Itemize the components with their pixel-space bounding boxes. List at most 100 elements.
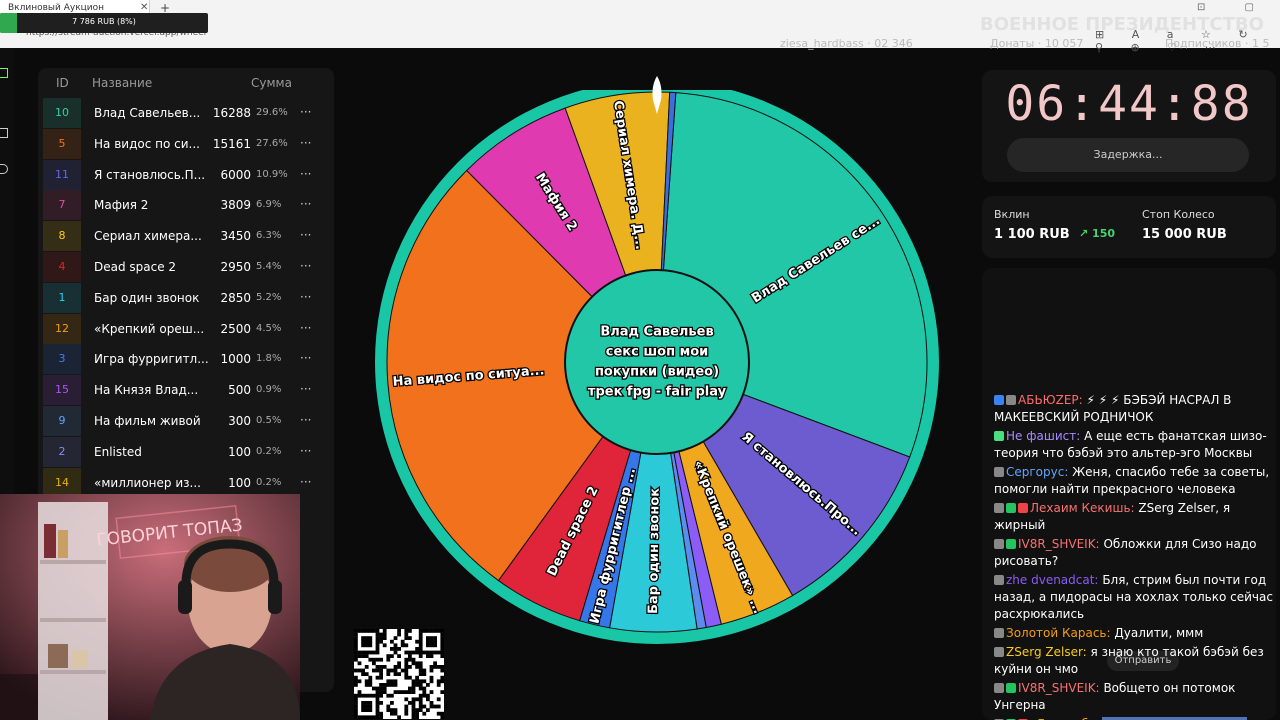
wheel-of-fortune[interactable]: Влад Савельев се... Я становлюсь.Про... «К… (372, 80, 942, 650)
wheel-center-label: покупки (видео) (595, 365, 719, 380)
header-sum: Сумма (251, 76, 292, 90)
table-row[interactable]: 1 Бар один звонок 2850 5.2% ··· (38, 282, 334, 313)
qr-module (354, 654, 358, 658)
qr-module (361, 636, 365, 640)
donation-progress-text: 7 786 RUB (8%) (72, 17, 136, 26)
qr-module (436, 697, 441, 702)
qr-module (379, 701, 383, 705)
qr-module (422, 672, 427, 676)
wedge-label: Вклин (994, 208, 1030, 221)
delay-button[interactable]: Задержка... (1007, 138, 1249, 172)
qr-module (379, 683, 383, 687)
table-row[interactable]: 15 На Князя Влад... 500 0.9% ··· (38, 375, 334, 406)
row-menu-icon[interactable]: ··· (300, 437, 311, 465)
qr-module (364, 701, 369, 705)
chat-username[interactable]: АБЬЮZEP: (1018, 393, 1083, 407)
qr-module (364, 629, 369, 633)
chat-badge-icon (1006, 683, 1016, 693)
qr-module (429, 665, 434, 669)
table-row[interactable]: 2 Enlisted 100 0.2% ··· (38, 436, 334, 467)
qr-module (429, 679, 434, 684)
row-menu-icon[interactable]: ··· (300, 221, 311, 249)
sidebar-logo-icon[interactable] (0, 68, 8, 78)
table-header: ID Название Сумма (38, 68, 334, 96)
header-id: ID (56, 76, 69, 90)
qr-module (411, 657, 416, 662)
send-button[interactable]: Отправить (1107, 651, 1179, 671)
table-row[interactable]: 11 Я становлюсь.П... 6000 10.9% ··· (38, 159, 334, 190)
qr-module (379, 675, 383, 680)
qr-module (354, 647, 358, 651)
row-id: 5 (43, 128, 81, 159)
chat-badge-icon (994, 628, 1004, 638)
chat-message: Лехаим Кекишь: ZSerg Zelser, я жирный (994, 500, 1276, 534)
sidebar-settings-icon[interactable] (0, 164, 8, 174)
table-row[interactable]: 7 Мафия 2 3809 6.9% ··· (38, 190, 334, 221)
qr-module (422, 690, 427, 694)
qr-module (408, 657, 412, 662)
row-menu-icon[interactable]: ··· (300, 160, 311, 188)
table-row[interactable]: 4 Dead space 2 2950 5.4% ··· (38, 252, 334, 282)
row-menu-icon[interactable]: ··· (300, 375, 311, 403)
row-menu-icon[interactable]: ··· (300, 314, 311, 342)
row-percent: 6.9% (256, 199, 282, 211)
tab-close-icon[interactable]: ✕ (140, 2, 148, 13)
qr-module (404, 675, 409, 680)
table-row[interactable]: 5 На видос по си... 15161 27.6% ··· (38, 128, 334, 159)
sidebar-page-icon[interactable] (0, 128, 8, 138)
qr-module (408, 690, 412, 694)
qr-module (364, 693, 369, 698)
chat-username[interactable]: Не фашист: (1006, 429, 1080, 443)
table-row[interactable]: 12 «Крепкий ореш... 2500 4.5% ··· (38, 313, 334, 344)
qr-module (393, 679, 398, 684)
chat-username[interactable]: IV8R_SHVEIK: (1018, 537, 1100, 551)
row-menu-icon[interactable]: ··· (300, 344, 311, 372)
qr-module (433, 661, 437, 666)
qr-module (354, 650, 358, 655)
qr-module (354, 697, 358, 702)
window-controls[interactable]: ⊡ ▢ (1197, 2, 1272, 13)
timer-panel: 06:44:88 Задержка... (982, 70, 1276, 182)
row-menu-icon[interactable]: ··· (300, 190, 311, 218)
qr-module (372, 693, 376, 698)
qr-module (361, 708, 365, 712)
row-percent: 0.2% (256, 445, 282, 457)
qr-module (390, 693, 394, 698)
wheel-pointer-icon (652, 76, 662, 114)
row-percent: 27.6% (256, 137, 288, 149)
qr-module (375, 668, 380, 673)
qr-module (440, 675, 445, 680)
chat-username[interactable]: IV8R_SHVEIK: (1018, 681, 1100, 695)
row-id: 9 (43, 406, 81, 436)
row-name: Сериал химера... (94, 229, 202, 244)
row-id: 12 (43, 313, 81, 344)
qr-module (357, 650, 362, 655)
row-name: Бар один звонок (94, 290, 200, 305)
qr-module (382, 690, 387, 694)
row-menu-icon[interactable]: ··· (300, 98, 311, 126)
table-row[interactable]: 3 Игра фурригитл... 1000 1.8% ··· (38, 344, 334, 375)
qr-module (440, 711, 445, 716)
row-menu-icon[interactable]: ··· (300, 252, 311, 280)
qr-module (368, 715, 373, 720)
row-menu-icon[interactable]: ··· (300, 129, 311, 157)
chat-username[interactable]: ZSerg Zelser: (1006, 645, 1087, 659)
table-row[interactable]: 8 Сериал химера... 3450 6.3% ··· (38, 221, 334, 252)
chat-username[interactable]: Золотой Карась: (1006, 626, 1111, 640)
qr-module (408, 701, 412, 705)
chat-username[interactable]: Лехаим Кекишь: (1030, 501, 1135, 515)
qr-module (415, 711, 419, 716)
chat-username[interactable]: Сергорус: (1006, 465, 1068, 479)
row-id: 8 (43, 221, 81, 252)
table-row[interactable]: 10 Влад Савельев... 16288 29.6% ··· (38, 98, 334, 128)
qr-module (361, 654, 365, 658)
row-menu-icon[interactable]: ··· (300, 283, 311, 311)
qr-module (386, 657, 391, 662)
row-menu-icon[interactable]: ··· (300, 406, 311, 434)
row-menu-icon[interactable]: ··· (300, 468, 311, 496)
qr-module (364, 679, 369, 684)
chat-badge-icon (1006, 539, 1016, 549)
table-row[interactable]: 9 На фильм живой 300 0.5% ··· (38, 406, 334, 436)
qr-module (418, 701, 423, 705)
chat-username[interactable]: zhe dvenadcat: (1006, 573, 1098, 587)
